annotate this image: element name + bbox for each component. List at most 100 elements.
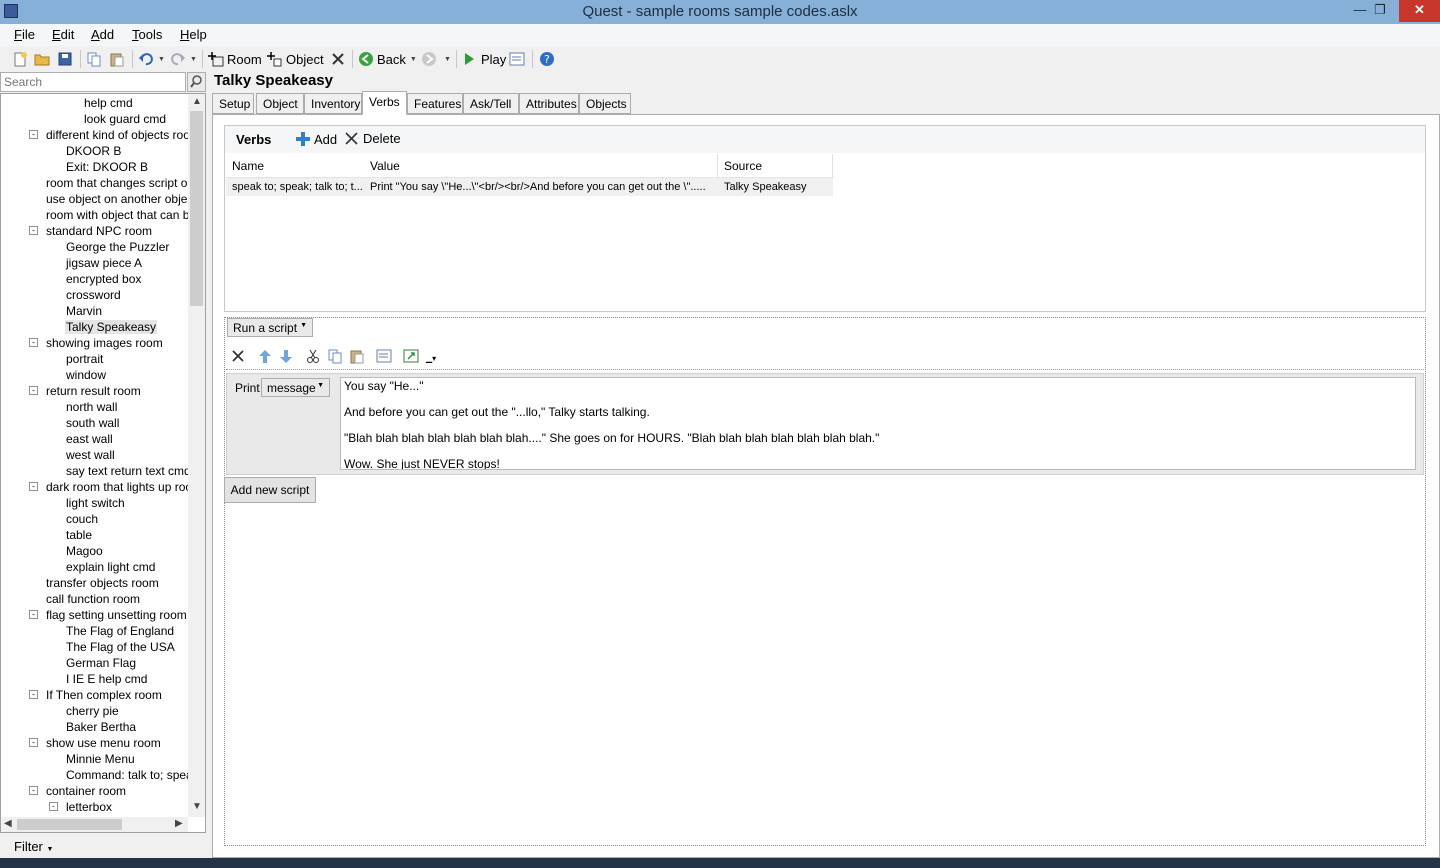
search-input[interactable] [0,72,186,92]
menu-edit[interactable]: Edit [52,27,74,42]
menu-help[interactable]: Help [180,27,207,42]
overflow-icon[interactable]: ▁▾ [426,354,436,363]
delete-line-icon[interactable] [230,348,246,364]
back-button[interactable]: Back ▼ [358,50,417,68]
column-header-name[interactable]: Name [226,154,365,178]
add-object-button[interactable]: Object [267,50,324,68]
toolbar-separator [352,50,353,68]
tree-item-label: Baker Bertha [66,720,137,734]
undo-icon[interactable]: ▼ [138,50,165,68]
paste-icon[interactable] [109,50,125,68]
scroll-left-icon[interactable]: ◀ [4,818,12,829]
play-button[interactable]: Play [462,50,506,68]
tab-attributes[interactable]: Attributes [519,93,579,114]
move-up-icon[interactable] [257,348,273,364]
toolbar-separator [80,50,81,68]
message-textbox[interactable]: You say "He..." And before you can get o… [340,377,1416,470]
tab-verbs[interactable]: Verbs [362,91,407,115]
print-mode-dropdown[interactable]: message ▼ [261,378,330,397]
tree-vertical-scrollbar[interactable]: ▲ ▼ [188,94,205,817]
forward-arrow-icon [422,52,436,66]
verb-row-name[interactable]: speak to; speak; talk to; t... [226,178,364,196]
filter-dropdown[interactable]: Filter ▼ [0,836,206,858]
search-button[interactable] [187,72,206,92]
menu-bar: File Edit Add Tools Help [0,24,1440,46]
move-down-icon[interactable] [278,348,294,364]
menu-tools[interactable]: Tools [132,27,162,42]
tree-item-label: south wall [66,416,120,430]
message-line: And before you can get out the "...llo,"… [344,405,650,419]
forward-button[interactable]: ▼ [421,50,451,68]
cut-icon[interactable] [305,348,321,364]
message-line: "Blah blah blah blah blah blah blah...."… [344,431,880,445]
code-view-icon[interactable] [376,348,392,364]
delete-icon[interactable] [331,50,345,68]
object-tree[interactable]: help cmd look guard cmd - different kind of… [0,93,206,833]
title-bar: Quest - sample rooms sample codes.aslx —… [0,0,1440,24]
column-header-source[interactable]: Source [718,154,833,178]
paste-icon[interactable] [349,348,365,364]
new-icon[interactable] [12,50,28,68]
tree-item-label: encrypted box [66,272,142,286]
tree-item-label: explain light cmd [66,560,156,574]
maximize-button[interactable]: ❐ [1366,0,1394,22]
column-header-value[interactable]: Value [364,154,718,178]
add-new-script-button[interactable]: Add new script [224,477,316,503]
chevron-down-icon: ▼ [46,846,54,853]
tree-item-label: return result room [46,384,141,398]
code-view-icon[interactable] [509,50,525,68]
add-verb-button[interactable]: Add [295,131,337,147]
tab-inventory[interactable]: Inventory [304,93,362,114]
collapse-toggle-icon[interactable]: - [29,738,38,747]
menu-file[interactable]: File [14,27,35,42]
copy-icon[interactable] [327,348,343,364]
collapse-toggle-icon[interactable]: - [29,786,38,795]
collapse-toggle-icon[interactable]: - [29,482,38,491]
play-label: Play [481,51,507,67]
tab-objects[interactable]: Objects [579,93,631,114]
collapse-toggle-icon[interactable]: - [29,690,38,699]
popout-icon[interactable] [403,348,419,364]
main-toolbar: ▼ ▼ Room Object Back ▼ ▼ Play ? [0,46,1440,72]
taskbar [0,858,1440,868]
collapse-toggle-icon[interactable]: - [29,610,38,619]
add-room-button[interactable]: Room [208,50,262,68]
scroll-up-icon[interactable]: ▲ [192,96,202,107]
toolbar-separator [202,50,203,68]
tree-item-label: Magoo [66,544,103,558]
window-title: Quest - sample rooms sample codes.aslx [582,3,858,20]
tab-ask-tell[interactable]: Ask/Tell [463,93,519,114]
pane-splitter[interactable] [206,72,210,858]
collapse-toggle-icon[interactable]: - [29,130,38,139]
tree-item-label: call function room [46,592,141,606]
add-verb-label: Add [314,131,338,147]
tree-hscroll-thumb[interactable] [17,819,122,830]
tree-scroll-thumb[interactable] [190,111,203,306]
tree-horizontal-scrollbar[interactable]: ◀ ▶ [1,817,188,832]
collapse-toggle-icon[interactable]: - [29,386,38,395]
tab-setup[interactable]: Setup [212,93,254,114]
copy-icon[interactable] [86,50,102,68]
menu-file-accel: F [14,27,22,42]
verb-row-value[interactable]: Print "You say \"He...\"<br/><br/>And be… [364,178,718,196]
verb-row-source[interactable]: Talky Speakeasy [718,178,833,196]
help-icon[interactable]: ? [539,50,555,68]
collapse-toggle-icon[interactable]: - [29,226,38,235]
svg-text:?: ? [544,53,550,66]
save-icon[interactable] [57,50,73,68]
close-button[interactable]: ✕ [1399,0,1440,22]
tab-features[interactable]: Features [407,93,463,114]
scroll-down-icon[interactable]: ▼ [192,801,202,812]
open-icon[interactable] [34,50,50,68]
add-room-label: Room [227,51,262,67]
run-script-dropdown[interactable]: Run a script ▼ [227,318,313,337]
delete-verb-button[interactable]: Delete [345,131,401,146]
redo-icon[interactable]: ▼ [170,50,197,68]
menu-add[interactable]: Add [91,27,114,42]
tab-object[interactable]: Object [256,93,304,114]
script-divider [226,369,1424,370]
tree-item-label: crossword [66,288,121,302]
collapse-toggle-icon[interactable]: - [49,802,58,811]
scroll-right-icon[interactable]: ▶ [175,818,183,829]
collapse-toggle-icon[interactable]: - [29,338,38,347]
